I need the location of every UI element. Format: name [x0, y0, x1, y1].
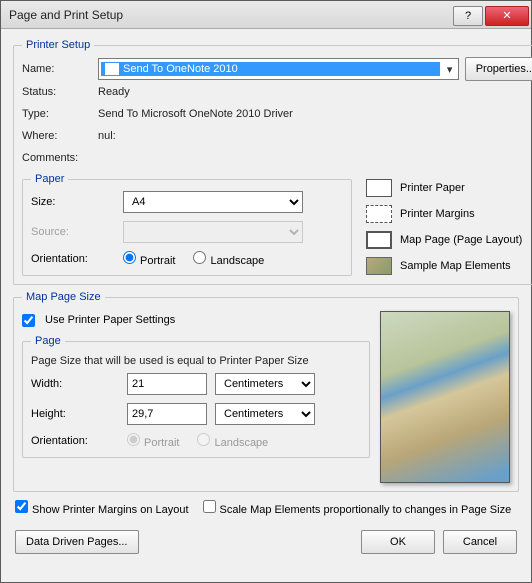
window-title: Page and Print Setup — [9, 8, 453, 22]
page-size-note: Page Size that will be used is equal to … — [31, 355, 361, 367]
map-page-label: Map Page (Page Layout) — [400, 234, 522, 246]
use-printer-paper-checkbox[interactable]: Use Printer Paper Settings — [22, 309, 370, 331]
printer-margins-swatch — [366, 205, 392, 223]
map-page-size-legend: Map Page Size — [22, 291, 105, 303]
ok-button[interactable]: OK — [361, 530, 435, 554]
data-driven-pages-button[interactable]: Data Driven Pages... — [15, 530, 139, 554]
type-value: Send To Microsoft OneNote 2010 Driver — [98, 108, 293, 120]
scale-elements-checkbox[interactable]: Scale Map Elements proportionally to cha… — [203, 500, 512, 516]
show-margins-checkbox[interactable]: Show Printer Margins on Layout — [15, 500, 189, 516]
paper-legend: Paper — [31, 173, 68, 185]
width-label: Width: — [31, 378, 119, 390]
dialog-window: Page and Print Setup ? ✕ Printer Setup N… — [0, 0, 532, 583]
type-label: Type: — [22, 108, 92, 120]
page-portrait-radio: Portrait — [127, 433, 179, 449]
sample-map-swatch — [366, 257, 392, 275]
paper-group: Paper Size: A4 Source: Orientation: Port… — [22, 173, 352, 276]
page-preview — [380, 311, 510, 483]
where-value: nul: — [98, 130, 116, 142]
chevron-down-icon: ▾ — [442, 63, 458, 76]
help-icon: ? — [465, 10, 471, 22]
width-input[interactable] — [127, 373, 207, 395]
printer-name-row: Name: Send To OneNote 2010 ▾ Properties.… — [22, 57, 532, 81]
width-unit-select[interactable]: Centimeters — [215, 373, 315, 395]
map-page-swatch — [366, 231, 392, 249]
sample-map-label: Sample Map Elements — [400, 260, 511, 272]
cancel-button[interactable]: Cancel — [443, 530, 517, 554]
printer-name-select[interactable]: Send To OneNote 2010 ▾ — [98, 58, 459, 80]
dialog-footer: Data Driven Pages... OK Cancel — [13, 524, 519, 556]
page-legend: Page — [31, 335, 65, 347]
page-landscape-radio: Landscape — [197, 433, 268, 449]
help-button[interactable]: ? — [453, 6, 483, 26]
status-label: Status: — [22, 86, 92, 98]
comments-label: Comments: — [22, 152, 92, 164]
close-button[interactable]: ✕ — [485, 6, 529, 26]
printer-icon — [105, 63, 119, 75]
printer-name-value: Send To OneNote 2010 — [123, 63, 238, 75]
status-value: Ready — [98, 86, 130, 98]
titlebar: Page and Print Setup ? ✕ — [1, 1, 531, 29]
printer-margins-label: Printer Margins — [400, 208, 475, 220]
printer-setup-legend: Printer Setup — [22, 39, 94, 51]
size-label: Size: — [31, 196, 123, 208]
orientation-label: Orientation: — [31, 253, 123, 265]
properties-button[interactable]: Properties... — [465, 57, 532, 81]
paper-size-select[interactable]: A4 — [123, 191, 303, 213]
close-icon: ✕ — [502, 9, 511, 22]
where-label: Where: — [22, 130, 92, 142]
paper-source-select — [123, 221, 303, 243]
landscape-radio[interactable]: Landscape — [193, 251, 264, 267]
height-input[interactable] — [127, 403, 207, 425]
printer-paper-label: Printer Paper — [400, 182, 465, 194]
portrait-radio[interactable]: Portrait — [123, 251, 175, 267]
height-label: Height: — [31, 408, 119, 420]
name-label: Name: — [22, 63, 92, 75]
dialog-body: Printer Setup Name: Send To OneNote 2010… — [1, 29, 531, 582]
printer-setup-group: Printer Setup Name: Send To OneNote 2010… — [13, 39, 532, 285]
options-row: Show Printer Margins on Layout Scale Map… — [13, 498, 519, 518]
map-page-size-group: Map Page Size Use Printer Paper Settings… — [13, 291, 519, 492]
height-unit-select[interactable]: Centimeters — [215, 403, 315, 425]
page-group: Page Page Size that will be used is equa… — [22, 335, 370, 458]
printer-paper-swatch — [366, 179, 392, 197]
page-orientation-label: Orientation: — [31, 435, 119, 447]
legend-column: Printer Paper Printer Margins Map Page (… — [366, 173, 532, 275]
source-label: Source: — [31, 226, 101, 238]
